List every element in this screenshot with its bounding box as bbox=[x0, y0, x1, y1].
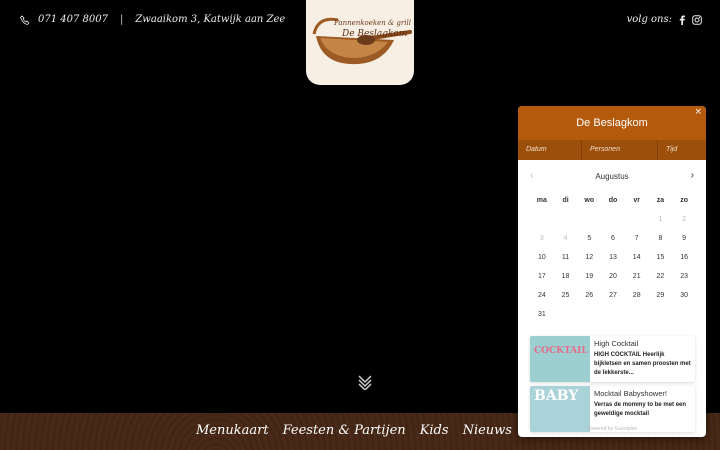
calendar-day[interactable]: 7 bbox=[625, 235, 649, 242]
calendar-day: 1 bbox=[658, 216, 663, 223]
calendar-day[interactable]: 15 bbox=[649, 254, 673, 261]
calendar-day[interactable]: 9 bbox=[672, 235, 696, 242]
calendar-day[interactable]: 18 bbox=[554, 273, 578, 280]
weekday-label: za bbox=[656, 197, 665, 204]
calendar-day[interactable]: 8 bbox=[649, 235, 673, 242]
phone-link[interactable]: 071 407 8007 bbox=[38, 14, 108, 25]
instagram-icon[interactable] bbox=[692, 14, 702, 25]
calendar-day[interactable]: 5 bbox=[577, 235, 601, 242]
reservation-widget: De Beslagkom × Datum Personen Tijd ‹ Aug… bbox=[518, 106, 706, 437]
event-image-text: COCKTAIL bbox=[534, 346, 588, 356]
event-description: Verras de mommy to be met een geweldige … bbox=[594, 402, 687, 417]
calendar-day[interactable]: 31 bbox=[530, 311, 554, 318]
logo[interactable]: Pannenkoeken & grill De Beslagkom bbox=[306, 0, 414, 85]
calendar-day[interactable]: 17 bbox=[530, 273, 554, 280]
address-link[interactable]: Zwaaikom 3, Katwijk aan Zee bbox=[135, 14, 285, 25]
event-card[interactable]: COCKTAIL High Cocktail HIGH COCKTAIL Heerl… bbox=[530, 336, 695, 382]
weekday-label: vr bbox=[633, 197, 641, 204]
calendar-day[interactable]: 24 bbox=[530, 292, 554, 299]
calendar-day[interactable]: 19 bbox=[577, 273, 601, 280]
scroll-down-icon[interactable] bbox=[357, 374, 373, 390]
calendar-day: 3 bbox=[539, 235, 544, 242]
nav-item-kids[interactable]: Kids bbox=[420, 423, 449, 438]
calendar-day[interactable]: 6 bbox=[601, 235, 625, 242]
event-cards: COCKTAIL High Cocktail HIGH COCKTAIL Heerl… bbox=[530, 336, 695, 436]
nav-item-menukaart[interactable]: Menukaart bbox=[196, 423, 269, 438]
calendar-month: Augustus bbox=[595, 172, 629, 181]
event-image: COCKTAIL bbox=[530, 336, 590, 382]
phone-icon bbox=[20, 14, 30, 25]
event-description: HIGH COCKTAIL Heerlijk bijkletsen en sam… bbox=[594, 352, 691, 376]
calendar-day[interactable]: 21 bbox=[625, 273, 649, 280]
next-month-button[interactable]: › bbox=[691, 170, 694, 181]
weekday-label: wo bbox=[584, 197, 595, 204]
logo-name: De Beslagkom bbox=[342, 29, 408, 39]
persons-field[interactable]: Personen bbox=[582, 140, 658, 160]
calendar-day[interactable]: 28 bbox=[625, 292, 649, 299]
calendar-day[interactable]: 22 bbox=[649, 273, 673, 280]
calendar-day: 4 bbox=[563, 235, 568, 242]
event-image-text: BABY bbox=[534, 388, 579, 404]
booking-fields: Datum Personen Tijd bbox=[518, 140, 706, 160]
close-icon[interactable]: × bbox=[694, 108, 702, 117]
facebook-icon[interactable] bbox=[678, 15, 686, 25]
calendar-day[interactable]: 29 bbox=[649, 292, 673, 299]
widget-title: De Beslagkom bbox=[576, 117, 648, 129]
weekday-label: zo bbox=[680, 197, 689, 204]
calendar-grid: ma di wo do vr za zo 1 2 3 4 5 6 7 8 9 10 11 12 13 14 15 16 17 1… bbox=[530, 191, 696, 324]
widget-header: De Beslagkom × bbox=[518, 106, 706, 140]
calendar-day[interactable]: 26 bbox=[577, 292, 601, 299]
event-title: High Cocktail bbox=[594, 339, 639, 348]
calendar-day[interactable]: 10 bbox=[530, 254, 554, 261]
contact-info: 071 407 8007 | Zwaaikom 3, Katwijk aan Z… bbox=[20, 14, 285, 25]
calendar-day[interactable]: 20 bbox=[601, 273, 625, 280]
calendar: ‹ Augustus › ma di wo do vr za zo 1 2 3 4 5 6 7 8 9 10 11… bbox=[518, 160, 706, 336]
calendar-day[interactable]: 13 bbox=[601, 254, 625, 261]
logo-tagline: Pannenkoeken & grill bbox=[334, 19, 411, 27]
social-links: volg ons: bbox=[627, 14, 702, 25]
calendar-day[interactable]: 14 bbox=[625, 254, 649, 261]
powered-by: Powered by Guestplan bbox=[586, 426, 638, 432]
calendar-day[interactable]: 12 bbox=[577, 254, 601, 261]
calendar-day[interactable]: 25 bbox=[554, 292, 578, 299]
weekday-label: di bbox=[562, 197, 569, 204]
contact-separator: | bbox=[119, 14, 124, 25]
date-field[interactable]: Datum bbox=[518, 140, 582, 160]
weekday-label: ma bbox=[536, 197, 547, 204]
calendar-day[interactable]: 16 bbox=[672, 254, 696, 261]
weekday-label: do bbox=[608, 197, 618, 204]
event-title: Mocktail Babyshower! bbox=[594, 389, 667, 398]
calendar-day[interactable]: 27 bbox=[601, 292, 625, 299]
calendar-day[interactable]: 11 bbox=[554, 254, 578, 261]
calendar-day[interactable]: 23 bbox=[672, 273, 696, 280]
event-card-body: High Cocktail HIGH COCKTAIL Heerlijk bijk… bbox=[590, 336, 695, 382]
time-field[interactable]: Tijd bbox=[658, 140, 706, 160]
nav-item-nieuws[interactable]: Nieuws bbox=[463, 423, 512, 438]
calendar-day[interactable]: 30 bbox=[672, 292, 696, 299]
follow-label: volg ons: bbox=[626, 14, 672, 25]
calendar-day: 2 bbox=[682, 216, 687, 223]
nav-item-feesten-partijen[interactable]: Feesten & Partijen bbox=[283, 423, 406, 438]
